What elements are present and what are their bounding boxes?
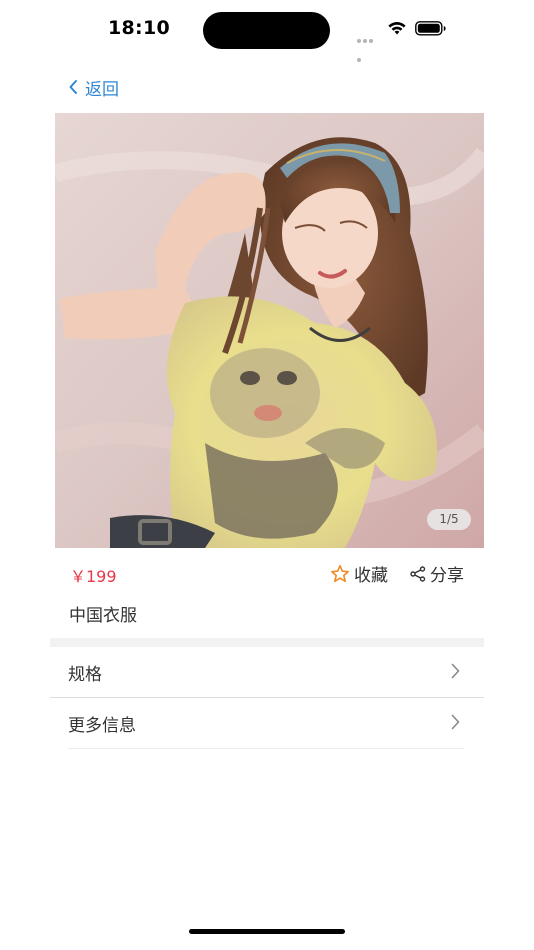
favorite-button[interactable]: 收藏	[330, 561, 388, 586]
chevron-right-icon	[451, 714, 460, 730]
chevron-left-icon	[69, 80, 77, 94]
star-icon	[331, 564, 349, 582]
dynamic-island	[203, 12, 330, 49]
section-divider	[50, 638, 484, 647]
share-button[interactable]: 分享	[410, 561, 464, 586]
status-icons	[357, 18, 449, 62]
share-label: 分享	[430, 566, 464, 586]
status-time: 18:10	[108, 17, 170, 39]
back-label: 返回	[85, 79, 119, 100]
product-price: ￥199	[70, 567, 117, 586]
row-specifications-label: 规格	[68, 665, 102, 685]
product-photo	[55, 113, 484, 548]
wifi-icon	[388, 22, 406, 35]
back-button[interactable]: 返回	[68, 74, 119, 100]
product-detail-screen: 18:10 返回 1/5 ￥199 收藏 分享 中国衣服 规格 更多信息	[0, 0, 534, 950]
favorite-label: 收藏	[354, 566, 388, 586]
image-page-indicator: 1/5	[427, 509, 471, 530]
share-icon	[410, 565, 426, 582]
product-image-carousel[interactable]: 1/5	[55, 113, 484, 548]
home-indicator[interactable]	[189, 929, 345, 934]
row-more-info-label: 更多信息	[68, 716, 136, 736]
cellular-signal-icon	[357, 28, 379, 62]
row-specifications[interactable]: 规格	[50, 647, 484, 697]
battery-icon	[415, 21, 446, 36]
row-more-info[interactable]: 更多信息	[50, 698, 484, 748]
chevron-right-icon	[451, 663, 460, 679]
row-divider	[68, 748, 464, 749]
product-title: 中国衣服	[69, 606, 137, 626]
